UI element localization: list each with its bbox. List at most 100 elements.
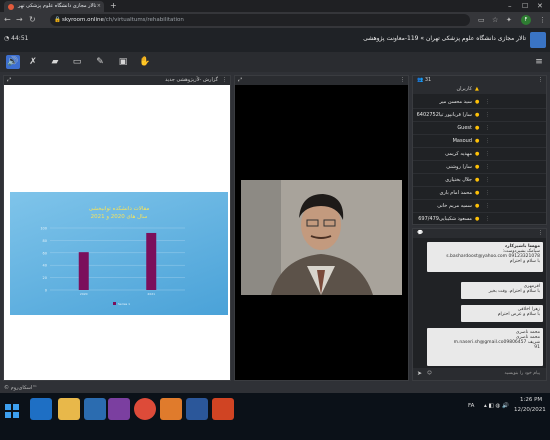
- camera-icon[interactable]: ▰: [48, 55, 62, 69]
- user-menu-icon[interactable]: ⋮: [485, 216, 490, 222]
- expand-icon[interactable]: ⤢: [7, 76, 11, 85]
- user-list-item[interactable]: ⋮ ● Masoud: [413, 135, 546, 148]
- start-button[interactable]: [4, 403, 20, 419]
- user-name: Masoud: [452, 138, 472, 144]
- video-panel: ⤢ ⋮: [234, 75, 409, 381]
- user-menu-icon[interactable]: ⋮: [485, 112, 490, 118]
- presentation-panel: ⤢ گزارش -لأزپژوهشی جدید ⋮ مقالات دانشکده…: [3, 75, 231, 381]
- back-icon[interactable]: ←: [4, 14, 11, 26]
- chat-message-line: 91: [534, 345, 540, 350]
- site-favicon-icon: [8, 4, 14, 10]
- user-list-item[interactable]: ⋮ ● Guest: [413, 122, 546, 135]
- chat-message: مهسا باشیرکارد سیامک بشیردوست: s.bashard…: [427, 242, 543, 272]
- panel-options-icon[interactable]: ⋮: [222, 76, 227, 85]
- bookmark-star-icon[interactable]: ☆: [492, 14, 498, 26]
- y-tick-label: 40: [43, 264, 47, 268]
- pen-icon[interactable]: ✎: [93, 55, 107, 69]
- taskbar-time[interactable]: 1:26 PM: [520, 397, 542, 403]
- browser-menu-icon[interactable]: ⋮: [539, 14, 546, 26]
- ie-icon[interactable]: [30, 398, 52, 420]
- user-menu-icon[interactable]: ⋮: [485, 125, 490, 131]
- user-list-item[interactable]: ⋮ ● سارا روشنی: [413, 161, 546, 174]
- url-path: /ch/virtualtums/rehabilitation: [103, 17, 184, 23]
- user-list-item[interactable]: ⋮ ● سارا قربانپور تیا6402752: [413, 109, 546, 122]
- presentation-icon[interactable]: ▣: [116, 55, 130, 69]
- user-menu-icon[interactable]: ⋮: [485, 138, 490, 144]
- video-feed: [235, 85, 408, 380]
- user-list-item[interactable]: ⋮ ● مسعود شکیبایی697/479: [413, 213, 546, 226]
- room-toolbar: 🔊 ✗ ▰ ▭ ✎ ▣ ✋ ≡: [0, 52, 550, 72]
- browser-tab-strip: تالار مجازی دانشگاه علوم پزشکی تهر × + –…: [0, 0, 550, 12]
- user-name: سمیه مریم خانی: [437, 203, 472, 209]
- raise-hand-icon[interactable]: ✋: [138, 55, 152, 69]
- app-icon[interactable]: [84, 398, 106, 420]
- send-icon[interactable]: ➤: [417, 368, 422, 380]
- user-menu-icon[interactable]: ⋮: [485, 177, 490, 183]
- chat-message: زهرا اخلاقی با سلام و عرض احترام: [461, 305, 543, 322]
- users-list-title: کاربران: [456, 86, 472, 92]
- hamburger-menu-icon[interactable]: ≡: [532, 55, 546, 69]
- chat-input[interactable]: ➤ ☺ پیام خود را بنویسید: [413, 368, 546, 380]
- taskbar-date[interactable]: 12/20/2021: [514, 407, 546, 413]
- legend-label: Series 1: [118, 302, 130, 306]
- user-list-item[interactable]: ⋮ ● مهدیه کریمی: [413, 148, 546, 161]
- video-expand-icon[interactable]: ⤢: [238, 76, 242, 85]
- chat-input-placeholder: پیام خود را بنویسید: [504, 371, 540, 376]
- user-list-item[interactable]: ⋮ ● محمد امام باری: [413, 187, 546, 200]
- user-menu-icon[interactable]: ⋮: [485, 99, 490, 105]
- y-tick-label: 100: [40, 227, 47, 231]
- copyright-text: © اسکای‌روم™: [4, 385, 38, 391]
- file-explorer-icon[interactable]: [58, 398, 80, 420]
- x-tick-label: 2020: [80, 292, 88, 296]
- session-clock-value: 44:51: [11, 35, 29, 42]
- user-menu-icon[interactable]: ⋮: [485, 164, 490, 170]
- user-list-item[interactable]: ⋮ ● سمیه مریم خانی: [413, 200, 546, 213]
- browser-tab[interactable]: تالار مجازی دانشگاه علوم پزشکی تهر ×: [4, 1, 104, 12]
- tab-close-icon[interactable]: ×: [97, 1, 101, 12]
- reload-icon[interactable]: ↻: [29, 14, 36, 26]
- user-icon: ●: [475, 203, 480, 209]
- user-icon: ●: [475, 125, 480, 131]
- slide-canvas: مقالات دانشکده توانبخشی سال های 2020 و 2…: [4, 85, 230, 380]
- speaker-video-frame: [241, 180, 402, 295]
- slide: مقالات دانشکده توانبخشی سال های 2020 و 2…: [10, 192, 228, 315]
- window-close-icon[interactable]: ✕: [537, 0, 543, 12]
- maximize-icon[interactable]: ☐: [522, 0, 528, 12]
- user-menu-icon[interactable]: ⋮: [485, 203, 490, 209]
- speaker-icon[interactable]: 🔊: [6, 55, 20, 69]
- chat-message-line: با سلام و احترام: [509, 259, 540, 264]
- cast-icon[interactable]: ▭: [478, 14, 485, 26]
- firefox-icon[interactable]: [160, 398, 182, 420]
- profile-avatar[interactable]: F: [521, 15, 531, 25]
- video-options-icon[interactable]: ⋮: [400, 76, 405, 85]
- chat-panel-header: 💬 ⋮: [413, 229, 546, 238]
- tray-icons[interactable]: ▴ ◧ ◍ 🔊: [484, 403, 509, 409]
- minimize-icon[interactable]: –: [508, 0, 512, 12]
- new-tab-button[interactable]: +: [110, 1, 117, 11]
- chat-options-icon[interactable]: ⋮: [538, 229, 543, 238]
- mic-off-icon[interactable]: ✗: [26, 55, 40, 69]
- presentation-title: گزارش -لأزپژوهشی جدید: [165, 77, 218, 83]
- user-list: ⋮ ● سید محسن میر ⋮ ● سارا قربانپور تیا6402752…: [413, 96, 546, 226]
- screen-share-icon[interactable]: ▭: [70, 55, 84, 69]
- emoji-icon[interactable]: ☺: [427, 368, 432, 380]
- keyboard-language[interactable]: FA: [468, 403, 474, 409]
- windows-taskbar: FA ▴ ◧ ◍ 🔊 1:26 PM 12/20/2021: [0, 393, 550, 440]
- extensions-icon[interactable]: ✦: [506, 14, 512, 26]
- bar: [78, 252, 89, 290]
- bar-chart: 0 20 40 60 80 100 2020 2021 Series 1: [40, 227, 185, 306]
- url-field[interactable]: 🔒 skyroom.online/ch/virtualtums/rehabili…: [50, 14, 470, 26]
- powerpoint-icon[interactable]: [212, 398, 234, 420]
- user-menu-icon[interactable]: ⋮: [485, 151, 490, 157]
- user-list-item[interactable]: ⋮ ● سید محسن میر: [413, 96, 546, 109]
- chrome-icon[interactable]: [134, 398, 156, 420]
- video-panel-header: ⤢ ⋮: [235, 76, 408, 85]
- forward-icon[interactable]: →: [16, 14, 23, 26]
- user-list-item[interactable]: ⋮ ● جلال بختیاری: [413, 174, 546, 187]
- y-tick-label: 0: [45, 289, 47, 293]
- visual-studio-icon[interactable]: [108, 398, 130, 420]
- presentation-panel-header: ⤢ گزارش -لأزپژوهشی جدید ⋮: [4, 76, 230, 85]
- word-icon[interactable]: [186, 398, 208, 420]
- user-menu-icon[interactable]: ⋮: [485, 190, 490, 196]
- users-options-icon[interactable]: ⋮: [538, 76, 543, 85]
